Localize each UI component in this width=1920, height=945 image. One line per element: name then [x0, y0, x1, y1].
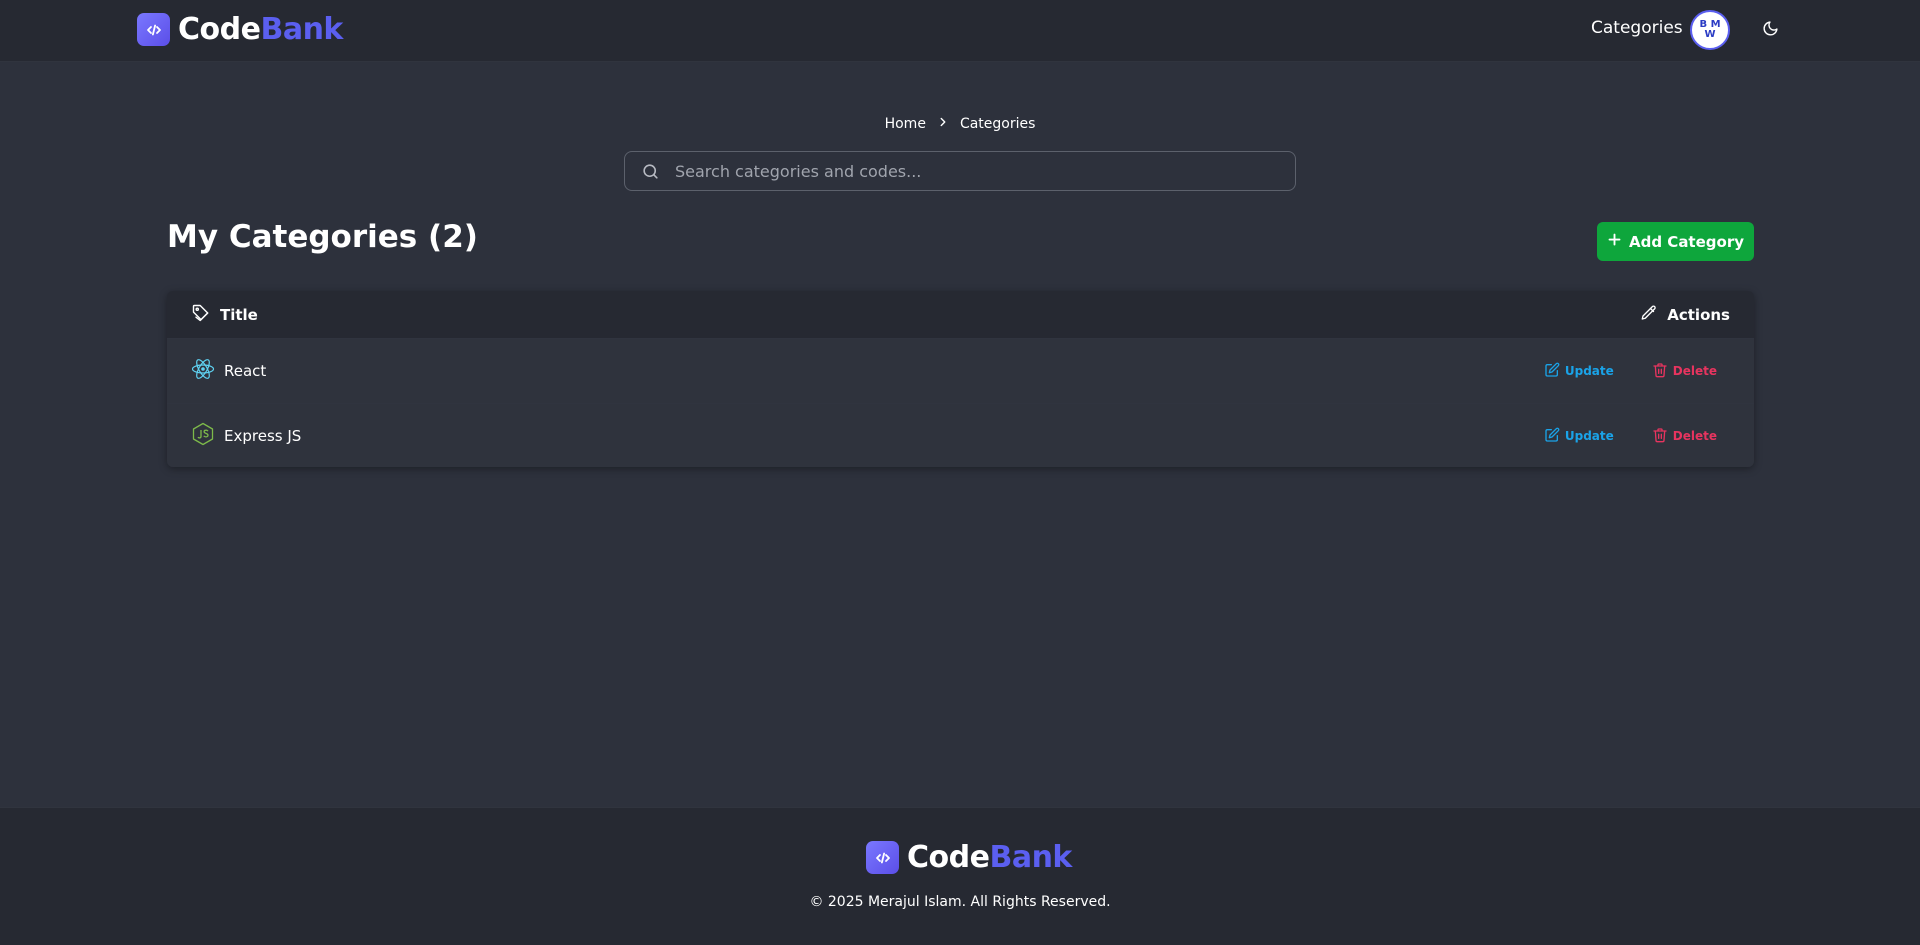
categories-table: Title Actions React Update Delete Expres… [167, 291, 1754, 467]
delete-button[interactable]: Delete [1652, 362, 1717, 381]
update-button[interactable]: Update [1544, 362, 1614, 381]
brand-bank: Bank [989, 840, 1072, 875]
brand-code: Code [178, 12, 261, 47]
header-actions: Actions [1640, 304, 1730, 326]
breadcrumb-current: Categories [959, 116, 1036, 132]
add-category-label: Add Category [1629, 232, 1744, 251]
edit-icon [1544, 427, 1560, 446]
search-bar [624, 151, 1296, 191]
avatar-text: B M W [1699, 19, 1721, 40]
plus-icon [1607, 232, 1622, 251]
moon-icon [1762, 20, 1779, 41]
brand-name: CodeBank [178, 12, 343, 47]
header-logo[interactable]: CodeBank [137, 12, 343, 47]
footer-logo[interactable]: CodeBank [866, 840, 1072, 875]
header-title: Title [191, 303, 258, 327]
brand-code: Code [907, 840, 990, 875]
brand-name: CodeBank [907, 840, 1072, 875]
delete-button[interactable]: Delete [1652, 427, 1717, 446]
footer-copyright: © 2025 Merajul Islam. All Rights Reserve… [809, 894, 1111, 910]
row-actions: Update Delete [1544, 427, 1730, 446]
header-title-label: Title [220, 305, 258, 324]
update-label: Update [1564, 364, 1614, 378]
code-icon [137, 13, 170, 46]
brand-bank: Bank [260, 12, 343, 47]
search-icon [625, 162, 675, 181]
chevron-right-icon [936, 115, 950, 133]
row-title-cell: Express JS [191, 422, 301, 450]
row-title: React [224, 362, 267, 380]
breadcrumb-home[interactable]: Home [885, 116, 926, 132]
nodejs-icon [191, 422, 215, 450]
delete-label: Delete [1672, 364, 1717, 378]
nav-categories-link[interactable]: Categories [1591, 18, 1683, 38]
page-title: My Categories (2) [167, 219, 478, 255]
update-label: Update [1564, 429, 1614, 443]
add-category-button[interactable]: Add Category [1597, 222, 1754, 261]
table-header: Title Actions [167, 291, 1754, 338]
trash-icon [1652, 427, 1668, 446]
row-title-cell: React [191, 357, 266, 385]
trash-icon [1652, 362, 1668, 381]
search-input[interactable] [675, 152, 1295, 190]
table-row: Express JS Update Delete [167, 403, 1754, 467]
footer [0, 807, 1920, 945]
tags-icon [191, 303, 211, 327]
delete-label: Delete [1672, 429, 1717, 443]
react-icon [191, 357, 215, 385]
table-row: React Update Delete [167, 338, 1754, 403]
navbar: CodeBank Categories B M W [0, 0, 1920, 62]
header-actions-label: Actions [1667, 305, 1730, 324]
update-button[interactable]: Update [1544, 427, 1614, 446]
row-title: Express JS [224, 427, 302, 445]
avatar[interactable]: B M W [1690, 10, 1730, 50]
code-icon [866, 841, 899, 874]
pencil-icon [1640, 304, 1658, 326]
edit-icon [1544, 362, 1560, 381]
breadcrumb: Home Categories [0, 115, 1920, 133]
row-actions: Update Delete [1544, 362, 1730, 381]
theme-toggle-button[interactable] [1752, 12, 1788, 48]
